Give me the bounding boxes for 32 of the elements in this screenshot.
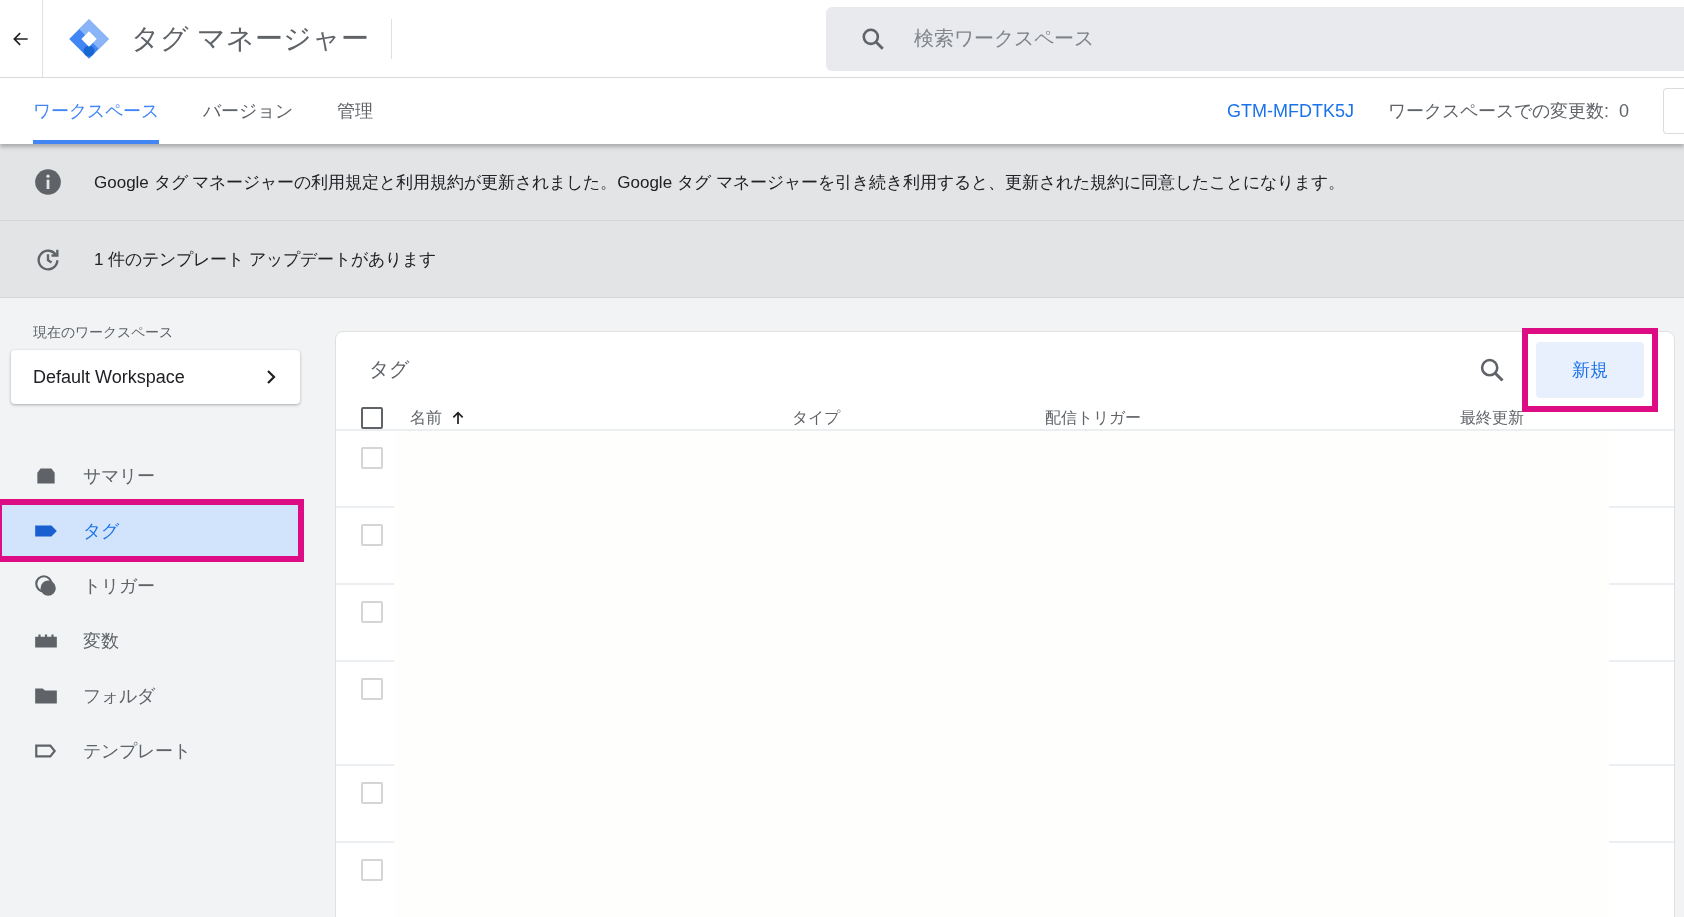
sidebar-item[interactable]: サマリー bbox=[0, 448, 300, 503]
arrow-up-icon bbox=[450, 410, 466, 426]
checkbox[interactable] bbox=[361, 407, 383, 429]
column-header[interactable]: 配信トリガー bbox=[1045, 407, 1141, 429]
banner-text: 1 件のテンプレート アップデートがあります bbox=[94, 248, 436, 271]
sidebar-item[interactable]: 変数 bbox=[0, 613, 300, 668]
tab[interactable]: 管理 bbox=[337, 78, 373, 144]
sidebar-item[interactable]: フォルダ bbox=[0, 668, 300, 723]
column-header[interactable]: 名前 bbox=[410, 407, 466, 429]
panel-title: タグ bbox=[369, 357, 410, 382]
changes-count: ワークスペースでの変更数: 0 bbox=[1388, 100, 1629, 123]
search-field[interactable]: 検索ワークスペース bbox=[826, 6, 1684, 71]
column-header[interactable]: 最終更新 bbox=[1460, 407, 1524, 429]
info-icon bbox=[34, 168, 62, 196]
workspace-selector[interactable]: Default Workspace bbox=[11, 350, 300, 404]
button-edge[interactable] bbox=[1663, 88, 1684, 134]
tab[interactable]: バージョン bbox=[203, 78, 293, 144]
row-checkbox[interactable] bbox=[361, 524, 383, 546]
container-id-link[interactable]: GTM-MFDTK5J bbox=[1227, 100, 1354, 122]
circles-icon bbox=[33, 572, 59, 599]
row-checkbox[interactable] bbox=[361, 447, 383, 469]
app-title: タグ マネージャー bbox=[131, 18, 392, 59]
sidebar-item[interactable]: テンプレート bbox=[0, 723, 300, 778]
workspace-label: 現在のワークスペース bbox=[33, 324, 174, 342]
row-checkbox[interactable] bbox=[361, 859, 383, 881]
row-checkbox[interactable] bbox=[361, 678, 383, 700]
row-checkbox[interactable] bbox=[361, 782, 383, 804]
sidebar-item[interactable]: トリガー bbox=[0, 558, 300, 613]
banner-text: Google タグ マネージャーの利用規定と利用規約が更新されました。Google タグ マネージャーを引き続き利用すると、更新された規約に同意したことになります。 bbox=[94, 171, 1345, 194]
column-header[interactable]: タイプ bbox=[792, 407, 840, 429]
new-button[interactable]: 新規 bbox=[1536, 341, 1644, 398]
row-checkbox[interactable] bbox=[361, 601, 383, 623]
